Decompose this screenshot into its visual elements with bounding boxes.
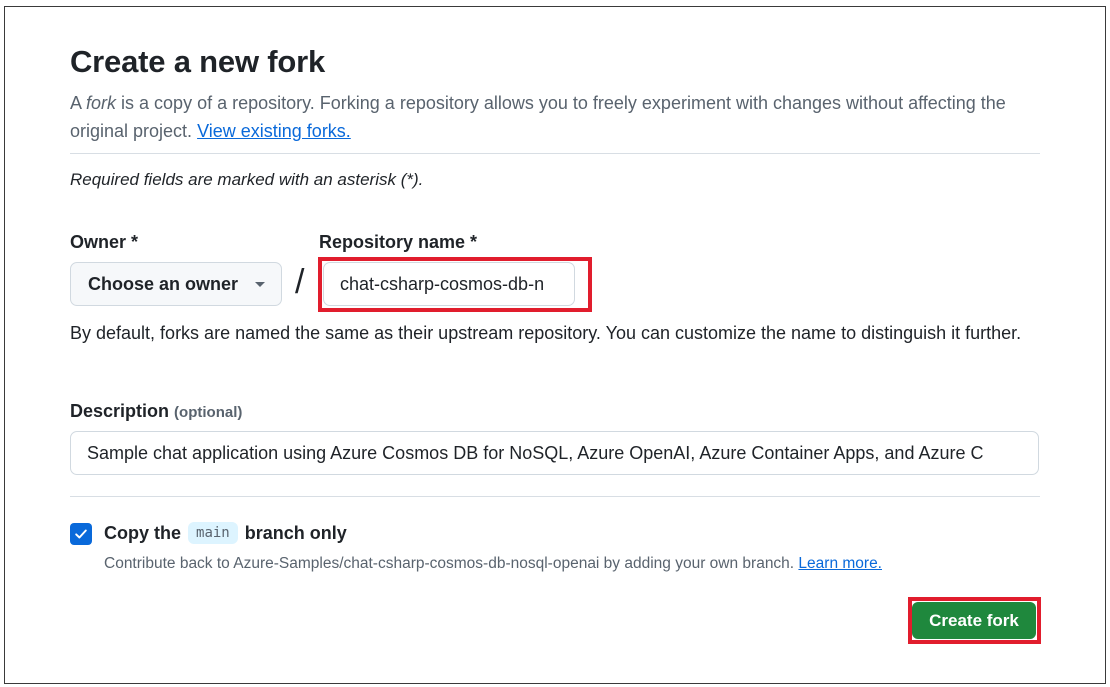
branch-name-chip: main [188, 522, 238, 544]
repository-name-input[interactable] [323, 262, 575, 306]
repository-name-label: Repository name * [319, 232, 478, 252]
description-label: Description (optional) [70, 401, 242, 422]
optional-tag: (optional) [174, 404, 243, 421]
intro-fork-word: fork [86, 93, 117, 113]
owner-select[interactable]: Choose an owner [70, 262, 282, 306]
owner-label: Owner * [70, 232, 139, 252]
create-fork-button[interactable]: Create fork [912, 602, 1036, 639]
chevron-down-icon [255, 282, 265, 287]
contribute-note: Contribute back to Azure-Samples/chat-cs… [104, 555, 882, 573]
copy-label-prefix: Copy the [104, 522, 182, 543]
check-icon [75, 529, 87, 539]
owner-repo-separator: / [295, 263, 305, 301]
contribute-text: Contribute back to Azure-Samples/chat-cs… [104, 555, 799, 572]
divider [70, 496, 1040, 497]
intro-prefix: A [70, 93, 87, 113]
required-fields-note: Required fields are marked with an aster… [70, 170, 424, 189]
naming-hint: By default, forks are named the same as … [70, 323, 1022, 343]
view-forks-link[interactable]: View existing forks. [197, 121, 351, 141]
copy-branch-label: Copy the main branch only [104, 522, 347, 544]
divider [70, 153, 1040, 154]
owner-select-value: Choose an owner [88, 273, 239, 294]
copy-label-suffix: branch only [244, 522, 347, 543]
learn-more-link[interactable]: Learn more. [798, 555, 882, 572]
copy-main-branch-checkbox[interactable] [70, 523, 92, 545]
description-input[interactable] [70, 431, 1039, 475]
intro-text: A fork is a copy of a repository. Forkin… [70, 89, 1030, 145]
page-title: Create a new fork [70, 44, 326, 79]
description-label-text: Description [70, 401, 170, 421]
